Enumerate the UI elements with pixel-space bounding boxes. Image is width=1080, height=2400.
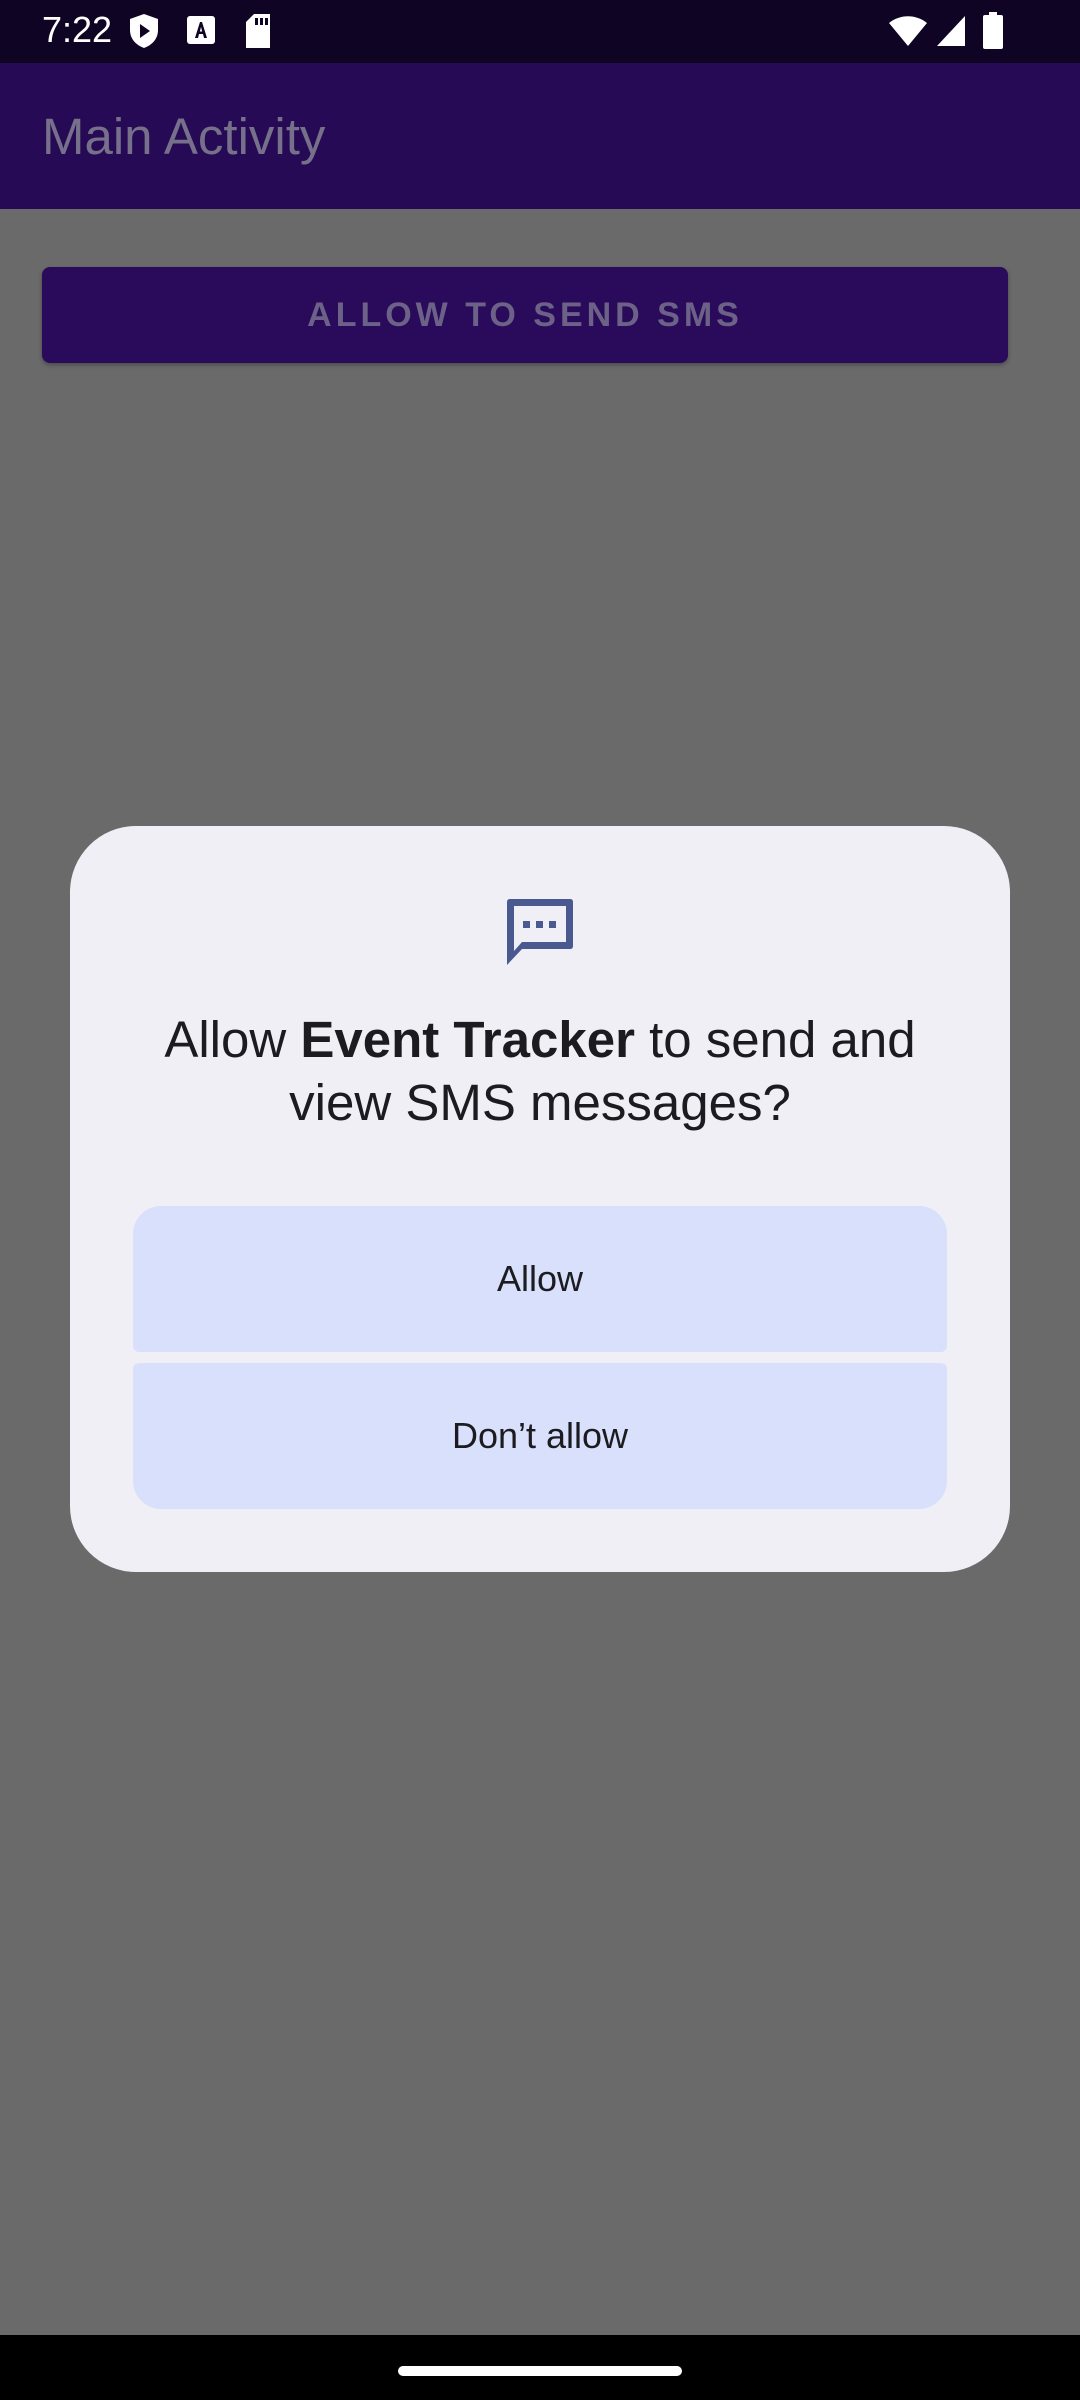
status-bar: 7:22: [0, 0, 1080, 63]
status-time: 7:22: [42, 9, 113, 50]
navigation-bar: [0, 2335, 1080, 2400]
allow-send-sms-button[interactable]: ALLOW TO SEND SMS: [42, 267, 1008, 363]
app-title: Main Activity: [42, 108, 326, 165]
app-bar: Main Activity: [0, 63, 1080, 209]
permission-dialog: Allow Event Tracker to send and view SMS…: [70, 826, 1010, 1572]
battery-icon: [982, 12, 1004, 55]
dialog-title: Allow Event Tracker to send and view SMS…: [130, 1008, 950, 1134]
wifi-icon: [888, 15, 928, 52]
font-a-icon: [186, 15, 216, 50]
cellular-signal-icon: [936, 15, 966, 52]
dialog-title-prefix: Allow: [164, 1011, 301, 1068]
allow-button[interactable]: Allow: [133, 1206, 947, 1352]
dont-allow-button[interactable]: Don’t allow: [133, 1363, 947, 1509]
dialog-app-name: Event Tracker: [300, 1011, 635, 1068]
sms-message-icon: [504, 896, 576, 968]
sd-card-icon: [244, 13, 272, 54]
shield-play-icon: [128, 13, 160, 54]
home-gesture-handle[interactable]: [398, 2366, 682, 2376]
